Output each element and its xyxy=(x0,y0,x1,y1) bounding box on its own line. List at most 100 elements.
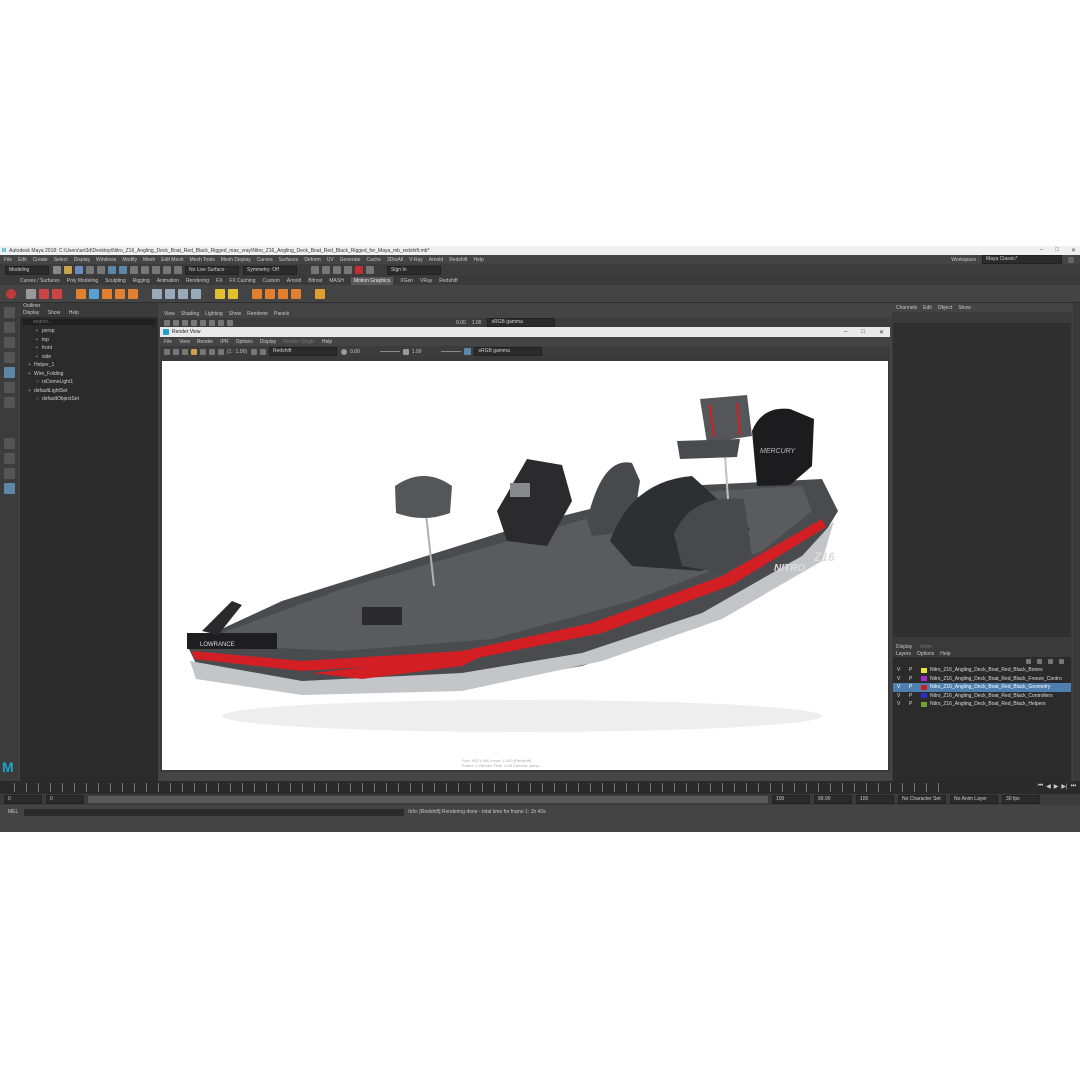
rv-menu-help[interactable]: Help xyxy=(322,339,332,345)
rv-maximize-icon[interactable]: □ xyxy=(861,329,865,336)
layer-color-swatch[interactable] xyxy=(921,676,927,682)
menu-curves[interactable]: Curves xyxy=(257,257,273,263)
minimize-icon[interactable]: – xyxy=(1040,247,1043,254)
layer-color-swatch[interactable] xyxy=(921,701,927,707)
mash-waiter-icon[interactable] xyxy=(115,288,125,299)
rotate-tool-icon[interactable] xyxy=(4,367,15,378)
character-set-dropdown[interactable]: No Character Set xyxy=(898,795,946,804)
select-hierarchy-icon[interactable] xyxy=(108,266,116,274)
shelf-tab-rendering[interactable]: Rendering xyxy=(186,278,209,284)
xray-icon[interactable] xyxy=(218,319,224,326)
step-forward-icon[interactable]: ▶| xyxy=(1061,783,1067,790)
snap-point-icon[interactable] xyxy=(152,266,160,274)
menu-uv[interactable]: UV xyxy=(327,257,334,263)
redo-icon[interactable] xyxy=(97,266,105,274)
keep-image-icon[interactable] xyxy=(251,348,258,355)
mash-text-icon[interactable] xyxy=(102,288,112,299)
wireframe-icon[interactable] xyxy=(173,319,179,326)
menu-mesh-display[interactable]: Mesh Display xyxy=(221,257,251,263)
layer-menu-help[interactable]: Help xyxy=(940,651,950,657)
outliner-item[interactable]: ○ rsDomeLight1 xyxy=(20,378,158,387)
time-slider[interactable]: ⏮ ◀ ▶ ▶| ⏭ xyxy=(0,781,1080,794)
viewport-menu-panels[interactable]: Panels xyxy=(274,311,289,317)
outliner-item[interactable]: ▪ front xyxy=(20,344,158,353)
persp-outliner-icon[interactable] xyxy=(4,468,15,479)
ipr-render-icon[interactable] xyxy=(322,266,330,274)
exposure-field[interactable]: 0.00 xyxy=(350,349,360,355)
rv-menu-file[interactable]: File xyxy=(164,339,172,345)
mash-id-icon[interactable] xyxy=(128,288,138,299)
outliner-search-input[interactable]: search... xyxy=(23,319,155,325)
menu-select[interactable]: Select xyxy=(54,257,68,263)
new-layer-selected-icon[interactable] xyxy=(1059,659,1064,664)
svg-tool-icon[interactable] xyxy=(52,288,62,299)
outliner-menu-help[interactable]: Help xyxy=(69,310,79,316)
layer-row[interactable]: VP Nitro_Z16_Angling_Deck_Boat_Red_Black… xyxy=(893,666,1071,675)
rv-menu-options[interactable]: Options xyxy=(236,339,253,345)
menu-cache[interactable]: Cache xyxy=(367,257,381,263)
gamma-field[interactable]: 1.00 xyxy=(412,349,422,355)
layer-color-swatch[interactable] xyxy=(921,693,927,699)
rv-menu-ipr[interactable]: IPR xyxy=(220,339,228,345)
menu-3dtoall[interactable]: 3DtoAll xyxy=(387,257,403,263)
maximize-icon[interactable]: □ xyxy=(1055,247,1059,254)
menu-mesh-tools[interactable]: Mesh Tools xyxy=(190,257,215,263)
outliner-item[interactable]: + Wire_Folding xyxy=(20,370,158,379)
close-icon[interactable]: ✕ xyxy=(1071,247,1076,254)
camera-select-icon[interactable] xyxy=(164,319,170,326)
save-scene-icon[interactable] xyxy=(75,266,83,274)
end-time-field[interactable]: 100 xyxy=(856,795,894,804)
workspace-lock-icon[interactable] xyxy=(1068,256,1074,263)
shelf-tab-mash[interactable]: MASH xyxy=(329,278,343,284)
layer-row[interactable]: VP Nitro_Z16_Angling_Deck_Boat_Red_Black… xyxy=(893,675,1071,684)
colorspace-toggle-icon[interactable] xyxy=(464,348,472,355)
single-view-icon[interactable] xyxy=(4,438,15,449)
cb-menu-show[interactable]: Show xyxy=(958,305,971,311)
side-tabs[interactable] xyxy=(1073,303,1080,781)
sign-in-button[interactable]: Sign In xyxy=(387,265,441,275)
mash-bloom-icon[interactable] xyxy=(291,288,301,299)
layer-menu-layers[interactable]: Layers xyxy=(896,651,911,657)
render-canvas[interactable]: LOWRANCE MERCURY NITRO Z16 Size: 960 x 9… xyxy=(162,361,888,770)
rv-menu-render[interactable]: Render xyxy=(197,339,213,345)
mash-flower-icon[interactable] xyxy=(278,288,288,299)
shelf-tab-fx[interactable]: FX xyxy=(216,278,222,284)
outliner-item[interactable]: ○ defaultObjectSet xyxy=(20,395,158,404)
shelf-tab-curves-surfaces[interactable]: Curves / Surfaces xyxy=(20,278,60,284)
layout-icon[interactable] xyxy=(4,483,15,494)
viewport-menu-lighting[interactable]: Lighting xyxy=(205,311,223,317)
select-tool-icon[interactable] xyxy=(4,307,15,318)
mash-curve-icon[interactable] xyxy=(89,288,99,299)
new-scene-icon[interactable] xyxy=(53,266,61,274)
symmetry-dropdown[interactable]: Symmetry: Off xyxy=(243,265,297,275)
lasso-tool-icon[interactable] xyxy=(4,322,15,333)
shelf-tab-redshift[interactable]: Redshift xyxy=(439,278,457,284)
outliner-menu-show[interactable]: Show xyxy=(48,310,61,316)
menu-windows[interactable]: Windows xyxy=(96,257,116,263)
mash-distribute-icon[interactable] xyxy=(26,288,36,299)
select-object-icon[interactable] xyxy=(119,266,127,274)
menu-deform[interactable]: Deform xyxy=(304,257,320,263)
outliner-item[interactable]: ▪ persp xyxy=(20,327,158,336)
viewport-gamma-field[interactable]: 1.00 xyxy=(472,320,482,326)
renderer-dropdown[interactable]: Redshift xyxy=(269,347,338,356)
viewport-menu-renderer[interactable]: Renderer xyxy=(247,311,268,317)
layer-tab-anim[interactable]: Anim xyxy=(920,644,931,650)
menu-redshift[interactable]: Redshift xyxy=(449,257,467,263)
play-forward-icon[interactable]: ▶ xyxy=(1054,783,1059,790)
remove-image-icon[interactable] xyxy=(260,348,267,355)
mash-shirt-icon[interactable] xyxy=(265,288,275,299)
layer-color-swatch[interactable] xyxy=(921,667,927,673)
shelf-tab-sculpting[interactable]: Sculpting xyxy=(105,278,126,284)
layer-row[interactable]: VP Nitro_Z16_Angling_Deck_Boat_Red_Black… xyxy=(893,700,1071,709)
lights-icon[interactable] xyxy=(200,319,206,326)
render-region-icon[interactable] xyxy=(173,348,179,355)
start-time-field[interactable]: 0 xyxy=(4,795,42,804)
viewport-menu-shading[interactable]: Shading xyxy=(181,311,199,317)
outliner-item[interactable]: + defaultLightSet xyxy=(20,387,158,396)
last-tool-icon[interactable] xyxy=(4,397,15,408)
rv-colorspace-dropdown[interactable]: sRGB gamma xyxy=(474,347,543,356)
menu-edit[interactable]: Edit xyxy=(18,257,27,263)
crosshair-icon[interactable] xyxy=(315,288,325,299)
mash-offset-icon[interactable] xyxy=(165,288,175,299)
